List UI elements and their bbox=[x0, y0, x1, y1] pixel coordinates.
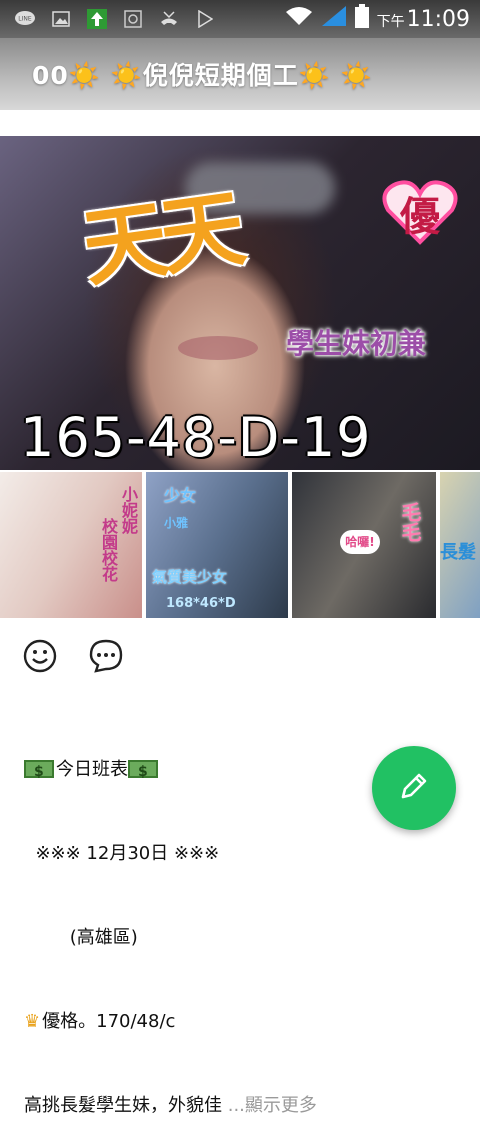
hero-spec: 165-48-D-19 bbox=[20, 406, 372, 469]
crown-icon: ♛ bbox=[24, 1011, 41, 1032]
show-more-link[interactable]: ...顯示更多 bbox=[228, 1095, 317, 1116]
post-line-text: 優格。170/48/c bbox=[42, 1011, 176, 1032]
thumbnail-label: 168*46*D bbox=[166, 596, 236, 611]
post-line-text: 高挑長髮學生妹，外貌佳 bbox=[24, 1095, 228, 1116]
notification-icons: LINE bbox=[0, 9, 216, 29]
thumbnail-1[interactable]: 小妮妮 校園校花 bbox=[0, 472, 142, 618]
clock: 下午11:09 bbox=[376, 6, 470, 32]
post-line-2: ※※※ 12月30日 ※※※ bbox=[24, 843, 220, 864]
thumbnail-bubble: 哈囉! bbox=[340, 530, 380, 554]
post-actions bbox=[22, 638, 124, 674]
photo-detail bbox=[178, 336, 258, 360]
post-line-4: ♛ 優格。170/48/c bbox=[24, 1008, 464, 1036]
post-line-3: (高雄區) bbox=[24, 927, 138, 948]
post-line-5: 高挑長髮學生妹，外貌佳 ...顯示更多 bbox=[24, 1092, 464, 1120]
thumbnail-label: 校園校花 bbox=[99, 518, 118, 582]
hero-tag: 學生妹初兼 bbox=[286, 327, 427, 360]
svg-text:LINE: LINE bbox=[18, 16, 32, 23]
money-icon bbox=[128, 758, 158, 786]
money-icon bbox=[24, 758, 54, 786]
thumbnail-label: 毛毛 bbox=[398, 502, 422, 542]
signal-icon bbox=[321, 5, 347, 33]
thumbnail-3[interactable]: 哈囉! 毛毛 bbox=[292, 472, 436, 618]
system-icons: 下午11:09 bbox=[285, 4, 480, 34]
heart-badge: 優 bbox=[382, 180, 458, 246]
post-main-image[interactable]: 天天 優 學生妹初兼 165-48-D-19 bbox=[0, 136, 480, 470]
chat-header: 00☀️ ☀️倪倪短期個工☀️ ☀️ bbox=[0, 38, 480, 110]
group-title[interactable]: 00☀️ ☀️倪倪短期個工☀️ ☀️ bbox=[0, 56, 373, 92]
thumbnail-label: 小雅 bbox=[164, 516, 189, 530]
heart-text: 優 bbox=[400, 194, 440, 240]
line-icon: LINE bbox=[14, 10, 36, 28]
wifi-icon bbox=[285, 6, 313, 32]
comment-icon[interactable] bbox=[88, 638, 124, 674]
upload-icon bbox=[86, 9, 108, 29]
smiley-icon[interactable] bbox=[22, 638, 58, 674]
missed-call-icon bbox=[158, 10, 180, 28]
thumbnail-label: 長髮 bbox=[440, 542, 476, 563]
pencil-icon bbox=[397, 769, 431, 807]
hero-big-text: 天天 bbox=[76, 179, 245, 299]
thumbnail-label: 少女 bbox=[164, 486, 197, 505]
battery-icon bbox=[354, 4, 369, 34]
thumbnail-strip: 小妮妮 校園校花 少女 小雅 氣質美少女 168*46*D 哈囉! 毛毛 長髮 bbox=[0, 472, 480, 618]
post-line-text: 今日班表 bbox=[56, 759, 128, 780]
thumbnail-label: 氣質美少女 bbox=[152, 568, 228, 586]
status-bar: LINE 下午11:09 bbox=[0, 0, 480, 38]
sync-icon bbox=[122, 10, 144, 28]
gallery-icon bbox=[50, 10, 72, 28]
compose-button[interactable] bbox=[372, 746, 456, 830]
thumbnail-2[interactable]: 少女 小雅 氣質美少女 168*46*D bbox=[146, 472, 288, 618]
play-store-icon bbox=[194, 10, 216, 28]
thumbnail-4[interactable]: 長髮 bbox=[440, 472, 480, 618]
